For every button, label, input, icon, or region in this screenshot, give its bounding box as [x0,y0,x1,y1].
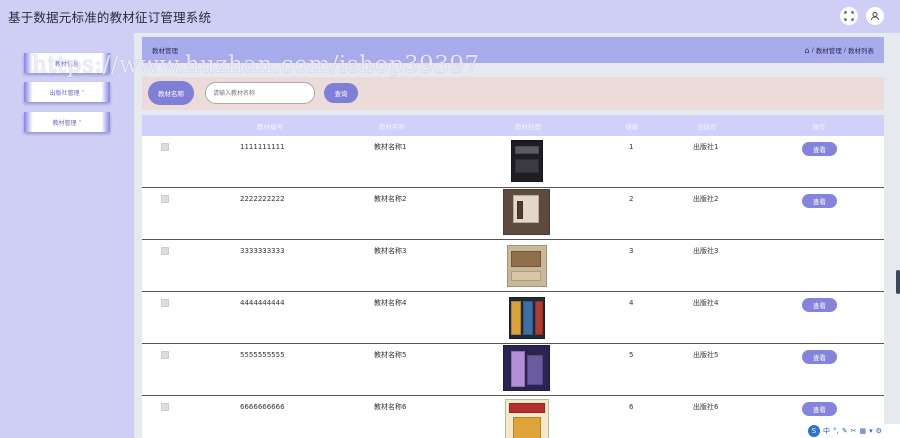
row-checkbox[interactable] [161,195,169,203]
view-button[interactable]: 查看 [802,350,837,364]
handwriting-icon[interactable]: ✎ [842,427,848,435]
tools-icon[interactable]: ✂ [851,427,857,435]
view-button[interactable]: 查看 [802,298,837,312]
breadcrumb-separator: / [843,46,846,54]
breadcrumb: ⌂ / 教材管理 / 教材列表 [805,45,874,56]
row-checkbox[interactable] [161,143,169,151]
skin-icon[interactable]: ▾ [869,427,873,435]
sidebar-item-label: 教材管理 ˅ [52,119,82,127]
cell-code: 3333333333 [240,247,285,255]
cell-publisher: 出版社6 [693,403,719,411]
view-button[interactable]: 查看 [802,194,837,208]
cell-code: 1111111111 [240,143,285,151]
view-button[interactable]: 查看 [802,142,837,156]
table-row: 5555555555 教材名称5 5 出版社5 查看 [142,344,884,396]
breadcrumb-item: 教材列表 [848,47,874,55]
column-header-name[interactable]: 教材名称 [379,115,405,136]
row-checkbox[interactable] [161,247,169,255]
table-row: 6666666666 教材名称6 6 出版社6 查看 [142,396,884,438]
textbook-table: 教材编号 教材名称 教材封面 册数 出版社 操作 1111111111 教材名称… [142,115,884,438]
cell-count: 1 [629,143,634,151]
home-icon[interactable]: ⌂ [805,46,810,55]
view-button[interactable]: 查看 [802,402,837,416]
ime-logo-icon[interactable]: S [808,425,820,437]
table-header: 教材编号 教材名称 教材封面 册数 出版社 操作 [142,115,884,136]
cell-name: 教材名称2 [374,195,407,203]
cell-publisher: 出版社3 [693,247,719,255]
user-icon[interactable] [866,7,884,25]
cell-count: 6 [629,403,634,411]
sidebar: 教材信息 出版社管理 ˅ 教材管理 ˅ [0,33,134,438]
cell-count: 4 [629,299,634,307]
table-row: 4444444444 教材名称4 4 出版社4 查看 [142,292,884,344]
sidebar-item-label: 出版社管理 ˅ [49,89,85,97]
cell-code: 2222222222 [240,195,285,203]
column-header-cover: 教材封面 [515,122,541,131]
cell-name: 教材名称5 [374,351,407,359]
app-title: 基于数据元标准的教材征订管理系统 [8,10,212,25]
textbook-cover-image [503,397,550,438]
cell-name: 教材名称4 [374,299,407,307]
textbook-cover-image [503,293,550,339]
search-bar: 教材名称 查询 [142,77,884,110]
search-field-label: 教材名称 [148,81,194,105]
table-row: 3333333333 教材名称3 3 出版社3 [142,240,884,292]
cell-publisher: 出版社5 [693,351,719,359]
ime-language-toggle[interactable]: 中 [823,426,830,436]
sidebar-item-textbook-management[interactable]: 教材管理 ˅ [24,112,110,132]
breadcrumb-separator: / [811,46,814,54]
column-header-action: 操作 [812,122,826,131]
breadcrumb-item[interactable]: 教材管理 [816,45,842,55]
search-input[interactable] [205,82,315,104]
cell-code: 4444444444 [240,299,285,307]
row-checkbox[interactable] [161,299,169,307]
sidebar-item-publisher-management[interactable]: 出版社管理 ˅ [24,82,110,102]
cell-publisher: 出版社4 [693,299,719,307]
column-header-publisher[interactable]: 出版社 [697,115,717,136]
column-header-count[interactable]: 册数 [626,115,639,136]
punctuation-icon[interactable]: °, [833,427,839,435]
row-checkbox[interactable] [161,403,169,411]
top-bar: 基于数据元标准的教材征订管理系统 [0,0,900,33]
cell-publisher: 出版社2 [693,195,719,203]
textbook-cover-image [503,345,550,391]
cell-name: 教材名称3 [374,247,407,255]
row-checkbox[interactable] [161,351,169,359]
cell-name: 教材名称6 [374,403,407,411]
cell-count: 5 [629,351,634,359]
settings-icon[interactable]: ⚙ [876,427,882,435]
ime-toolbar: S 中 °, ✎ ✂ ▦ ▾ ⚙ [806,424,900,438]
fullscreen-icon[interactable] [840,7,858,25]
cell-count: 3 [629,247,634,255]
keyboard-icon[interactable]: ▦ [859,427,866,435]
query-button[interactable]: 查询 [324,83,358,103]
table-row: 2222222222 教材名称2 2 出版社2 查看 [142,188,884,240]
main-content: 教材管理 ⌂ / 教材管理 / 教材列表 教材名称 查询 教材编号 教材名称 教… [134,33,900,438]
textbook-cover-image [503,137,550,183]
cell-publisher: 出版社1 [693,143,719,151]
cell-name: 教材名称1 [374,143,407,151]
cell-code: 5555555555 [240,351,285,359]
textbook-cover-image [503,189,550,235]
textbook-cover-image [503,241,550,287]
table-row: 1111111111 教材名称1 1 出版社1 查看 [142,136,884,188]
column-header-code[interactable]: 教材编号 [257,115,283,136]
scrollbar-thumb[interactable] [896,270,900,294]
watermark: https://www.huzhan.com/ishop39397 [32,52,480,78]
cell-code: 6666666666 [240,403,285,411]
cell-count: 2 [629,195,634,203]
